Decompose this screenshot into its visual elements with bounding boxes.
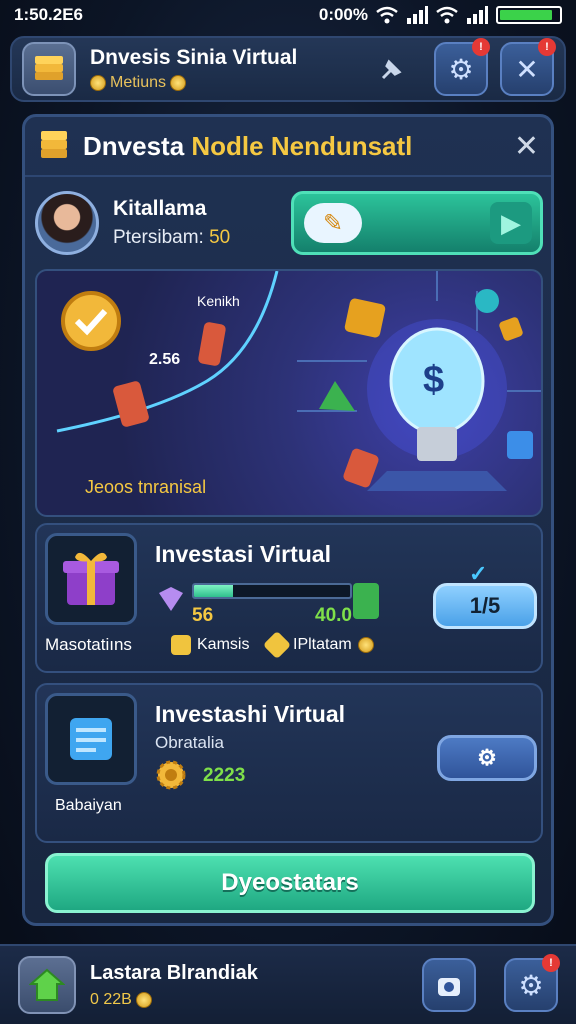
top-bar-text: Dnvesis Sinia Virtual Metiuns <box>90 46 372 92</box>
camera-button[interactable] <box>422 958 476 1012</box>
investment-panel: Dnvesta Nodle Nendunsatl ✕ Kitallama Pte… <box>22 114 554 926</box>
card-1-progress-button[interactable]: 1/5 <box>433 583 537 629</box>
bottom-bar-subtitle: 0 22B <box>90 991 422 1009</box>
panel-title: Dnvesta Nodle Nendunsatl <box>83 131 412 162</box>
chat-play-button[interactable]: ✎ ▶ <box>291 191 543 255</box>
profile-row: Kitallama Ptersibam: 50 ✎ ▶ <box>35 181 543 265</box>
card-1-link-1[interactable]: Kamsis <box>171 635 249 655</box>
card-1-right-stat: 40.0 <box>315 605 352 626</box>
card-2-subtitle: Obratalia <box>155 733 224 752</box>
battery-icon <box>496 6 562 24</box>
banner-value-label: 2.56 <box>149 351 181 368</box>
bottom-settings-button[interactable]: ⚙ ! <box>504 954 560 1012</box>
banner-bottom-label: Jeoos tnranisal <box>85 477 207 497</box>
gift-box-icon <box>63 552 119 605</box>
top-bar: Dnvesis Sinia Virtual Metiuns ⚙ ! ✕ ! <box>10 36 566 102</box>
primary-cta-button[interactable]: Dyeostatars <box>45 853 535 913</box>
card-1-caption: Masotatiıns <box>45 635 132 654</box>
card-2-caption: Babaiyan <box>55 797 122 814</box>
home-button[interactable] <box>18 956 76 1014</box>
bottom-bar-subtitle-text: 0 22B <box>90 990 132 1008</box>
card-1-link-2-label: IPltatam <box>293 636 352 653</box>
bottom-bar: Lastara Blrandiak 0 22B ⚙ ! <box>0 944 576 1024</box>
hero-banner: Kenikh 2.56 $ Jeoos tnranisal <box>35 269 543 517</box>
investment-card-2[interactable]: Investashi Virtual Obratalia 2223 ⚙ Baba… <box>35 683 543 843</box>
battery-fill <box>500 10 553 20</box>
bottom-bar-text: Lastara Blrandiak 0 22B <box>90 962 422 1009</box>
card-1-link-2[interactable]: IPltatam <box>262 630 374 660</box>
profile-points: Ptersibam: 50 <box>113 227 230 249</box>
panel-title-plain: Dnvesta <box>83 130 185 161</box>
status-battery-text: 0:00% <box>318 5 368 24</box>
status-icons: 0:00% <box>319 5 562 25</box>
tools-button[interactable]: ✕ ! <box>500 38 556 96</box>
pin-icon <box>381 59 402 80</box>
cash-icon <box>353 583 379 619</box>
top-bar-subtitle-text: Metiuns <box>110 74 167 91</box>
notification-badge: ! <box>538 38 556 56</box>
gold-stack-icon <box>41 131 67 158</box>
card-2-title: Investashi Virtual <box>155 701 346 727</box>
profile-points-label: Ptersibam: <box>113 227 204 248</box>
chat-edit-icon: ✎ <box>304 203 362 243</box>
coin-stack-icon <box>35 56 63 80</box>
document-box-icon <box>70 718 112 760</box>
card-1-progress-fill <box>194 585 233 597</box>
avatar[interactable] <box>35 191 99 255</box>
home-icon <box>29 968 65 1001</box>
coin-icon <box>135 991 152 1008</box>
banner-dollar-symbol: $ <box>423 359 445 401</box>
investment-card-1[interactable]: Investasi Virtual 56 40.0 ✓ 1/5 Masotati… <box>35 523 543 673</box>
card-2-settings-button[interactable]: ⚙ <box>437 735 537 781</box>
bottom-bar-title: Lastara Blrandiak <box>90 961 258 984</box>
status-time: 1:50.2E6 <box>14 5 83 24</box>
panel-title-highlight: Nodle Nendunsatl <box>191 130 413 161</box>
notification-badge: ! <box>542 954 560 972</box>
coin-icon <box>170 75 187 91</box>
card-2-stat: 2223 <box>203 765 246 786</box>
wifi-icon-secondary <box>436 6 458 24</box>
badge-icon <box>171 635 191 655</box>
card-2-icon-frame <box>45 693 137 785</box>
wrench-icon: ✕ <box>515 53 539 85</box>
panel-header: Dnvesta Nodle Nendunsatl ✕ <box>25 117 551 177</box>
badge-icon <box>262 630 292 660</box>
card-1-title: Investasi Virtual <box>155 541 331 567</box>
profile-text: Kitallama Ptersibam: 50 <box>113 197 230 249</box>
puzzle-icon <box>159 587 183 611</box>
card-1-link-1-label: Kamsis <box>197 636 250 653</box>
gear-icon: ⚙ <box>448 53 474 85</box>
coin-icon <box>90 75 106 91</box>
gold-gear-icon <box>156 760 186 790</box>
play-icon: ▶ <box>490 202 532 244</box>
card-1-progress-bar <box>192 583 352 599</box>
signal-icon <box>407 6 428 24</box>
camera-icon <box>438 978 460 996</box>
top-bar-subtitle: Metiuns <box>90 74 372 92</box>
gear-icon: ⚙ <box>477 745 497 770</box>
top-bar-title: Dnvesis Sinia Virtual <box>90 46 298 69</box>
wifi-icon <box>376 6 398 24</box>
pin-button[interactable] <box>372 49 412 89</box>
gear-icon: ⚙ <box>518 969 544 1001</box>
card-1-left-stat: 56 <box>192 605 214 626</box>
notification-badge: ! <box>472 38 490 56</box>
status-bar: 1:50.2E6 0:00% <box>0 0 576 30</box>
close-icon[interactable]: ✕ <box>514 129 539 164</box>
card-1-icon-frame <box>45 533 137 625</box>
coin-icon <box>357 637 374 653</box>
menu-stack-button[interactable] <box>22 42 76 96</box>
settings-button[interactable]: ⚙ ! <box>434 38 490 96</box>
signal-icon-secondary <box>467 6 488 24</box>
profile-points-value: 50 <box>209 227 231 248</box>
profile-name: Kitallama <box>113 197 207 220</box>
banner-top-label: Kenikh <box>197 293 240 309</box>
